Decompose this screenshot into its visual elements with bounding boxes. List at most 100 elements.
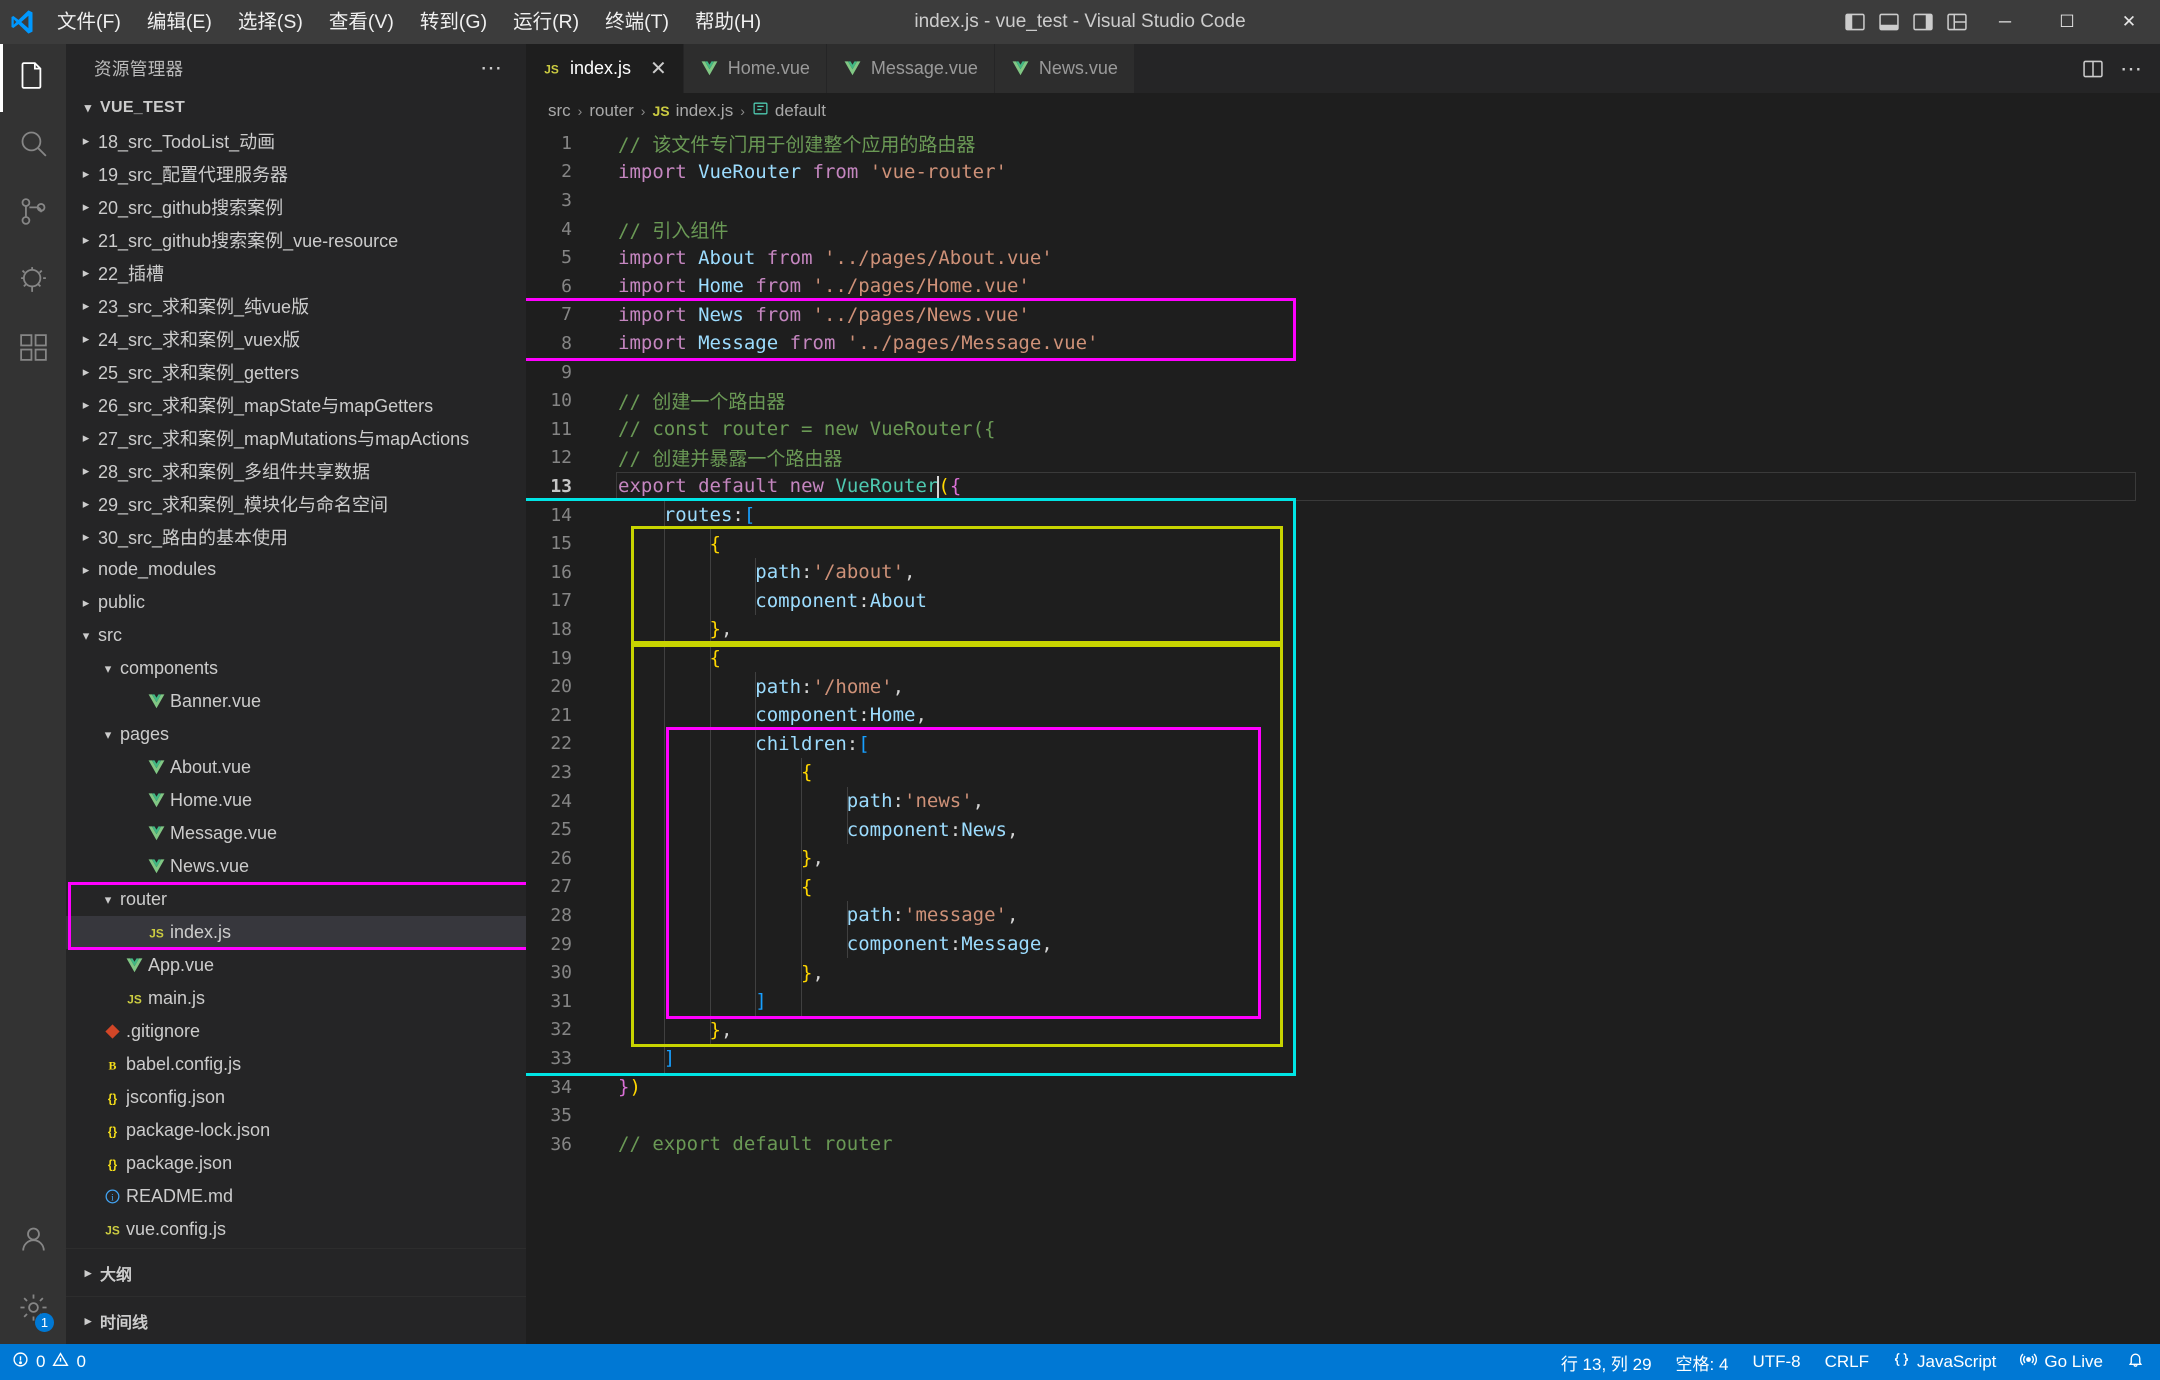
tree-item-25_src__getters[interactable]: ▸ 25_src_求和案例_getters bbox=[66, 355, 526, 388]
more-actions-icon[interactable]: ⋯ bbox=[2120, 56, 2144, 82]
tree-item-24_src__vuex[interactable]: ▸ 24_src_求和案例_vuex版 bbox=[66, 322, 526, 355]
code-line-24[interactable]: 24 path:'news', bbox=[526, 787, 2160, 816]
menu-file[interactable]: 文件(F) bbox=[44, 0, 134, 44]
tree-item-router[interactable]: ▾ router bbox=[66, 883, 526, 916]
code-line-17[interactable]: 17 component:About bbox=[526, 587, 2160, 616]
indentation-status[interactable]: 空格: 4 bbox=[1664, 1344, 1741, 1380]
code-line-9[interactable]: 9 bbox=[526, 358, 2160, 387]
tree-item-28_src__[interactable]: ▸ 28_src_求和案例_多组件共享数据 bbox=[66, 454, 526, 487]
toggle-primary-sidebar-icon[interactable] bbox=[1838, 0, 1872, 44]
code-line-22[interactable]: 22 children:[ bbox=[526, 730, 2160, 759]
menu-bar[interactable]: 文件(F) 编辑(E) 选择(S) 查看(V) 转到(G) 运行(R) 终端(T… bbox=[44, 0, 774, 44]
tab-index-js[interactable]: JS index.js ✕ bbox=[526, 44, 684, 93]
tree-item-news.vue[interactable]: News.vue bbox=[66, 850, 526, 883]
code-line-16[interactable]: 16 path:'/about', bbox=[526, 558, 2160, 587]
tree-item-src[interactable]: ▾ src bbox=[66, 619, 526, 652]
editor-tabs[interactable]: JS index.js ✕ Home.vue Message.vue News.vue ⋯ bbox=[526, 44, 2160, 93]
code-line-33[interactable]: 33 ] bbox=[526, 1044, 2160, 1073]
tree-item-public[interactable]: ▸ public bbox=[66, 586, 526, 619]
code-line-23[interactable]: 23 { bbox=[526, 758, 2160, 787]
menu-go[interactable]: 转到(G) bbox=[407, 0, 500, 44]
tree-item-pages[interactable]: ▾ pages bbox=[66, 718, 526, 751]
go-live-status[interactable]: Go Live bbox=[2008, 1344, 2115, 1380]
tree-item-jsconfig.json[interactable]: {} jsconfig.json bbox=[66, 1081, 526, 1114]
minimize-button[interactable]: ─ bbox=[1974, 0, 2036, 44]
code-line-1[interactable]: 1 // 该文件专门用于创建整个应用的路由器 bbox=[526, 129, 2160, 158]
code-line-6[interactable]: 6 import Home from '../pages/Home.vue' bbox=[526, 272, 2160, 301]
close-button[interactable]: ✕ bbox=[2098, 0, 2160, 44]
tree-item-18_src_todolist_[interactable]: ▸ 18_src_TodoList_动画 bbox=[66, 124, 526, 157]
tree-item-components[interactable]: ▾ components bbox=[66, 652, 526, 685]
menu-view[interactable]: 查看(V) bbox=[316, 0, 407, 44]
tree-item-27_src__mapmutationsmapactions[interactable]: ▸ 27_src_求和案例_mapMutations与mapActions bbox=[66, 421, 526, 454]
outline-panel[interactable]: ▸ 大纲 bbox=[66, 1248, 526, 1296]
code-line-29[interactable]: 29 component:Message, bbox=[526, 930, 2160, 959]
tree-item-.gitignore[interactable]: .gitignore bbox=[66, 1015, 526, 1048]
code-line-30[interactable]: 30 }, bbox=[526, 958, 2160, 987]
code-line-34[interactable]: 34}) bbox=[526, 1073, 2160, 1102]
code-line-7[interactable]: 7 import News from '../pages/News.vue' bbox=[526, 301, 2160, 330]
code-line-4[interactable]: 4 // 引入组件 bbox=[526, 215, 2160, 244]
tab-close-icon[interactable]: ✕ bbox=[650, 59, 667, 79]
tree-item-banner.vue[interactable]: Banner.vue bbox=[66, 685, 526, 718]
code-editor[interactable]: 1 // 该文件专门用于创建整个应用的路由器 2 import VueRouter f… bbox=[526, 129, 2160, 1344]
file-tree[interactable]: ▸ 18_src_TodoList_动画 ▸ 19_src_配置代理服务器 ▸ 20_sr… bbox=[66, 124, 526, 1248]
activity-accounts[interactable] bbox=[0, 1208, 66, 1276]
tree-item-about.vue[interactable]: About.vue bbox=[66, 751, 526, 784]
toggle-secondary-sidebar-icon[interactable] bbox=[1906, 0, 1940, 44]
tree-item-30_src_[interactable]: ▸ 30_src_路由的基本使用 bbox=[66, 520, 526, 553]
code-line-19[interactable]: 19 { bbox=[526, 644, 2160, 673]
menu-terminal[interactable]: 终端(T) bbox=[592, 0, 682, 44]
tree-item-readme.md[interactable]: i README.md bbox=[66, 1180, 526, 1213]
code-line-12[interactable]: 12 // 创建并暴露一个路由器 bbox=[526, 444, 2160, 473]
code-line-20[interactable]: 20 path:'/home', bbox=[526, 672, 2160, 701]
code-line-10[interactable]: 10 // 创建一个路由器 bbox=[526, 386, 2160, 415]
menu-run[interactable]: 运行(R) bbox=[500, 0, 592, 44]
code-line-32[interactable]: 32 }, bbox=[526, 1016, 2160, 1045]
tree-item-main.js[interactable]: JS main.js bbox=[66, 982, 526, 1015]
tree-item-home.vue[interactable]: Home.vue bbox=[66, 784, 526, 817]
tree-item-20_src_github[interactable]: ▸ 20_src_github搜索案例 bbox=[66, 190, 526, 223]
encoding-status[interactable]: UTF-8 bbox=[1740, 1344, 1812, 1380]
cursor-position[interactable]: 行 13, 列 29 bbox=[1549, 1344, 1664, 1380]
code-line-21[interactable]: 21 component:Home, bbox=[526, 701, 2160, 730]
language-mode-status[interactable]: JavaScript bbox=[1881, 1344, 2008, 1380]
tree-item-26_src__mapstatemapgetters[interactable]: ▸ 26_src_求和案例_mapState与mapGetters bbox=[66, 388, 526, 421]
menu-help[interactable]: 帮助(H) bbox=[682, 0, 774, 44]
tree-item-package-lock.json[interactable]: {} package-lock.json bbox=[66, 1114, 526, 1147]
tree-item-21_src_github_vue-resource[interactable]: ▸ 21_src_github搜索案例_vue-resource bbox=[66, 223, 526, 256]
tree-item-index.js[interactable]: JS index.js bbox=[66, 916, 526, 949]
tree-item-message.vue[interactable]: Message.vue bbox=[66, 817, 526, 850]
activity-scm[interactable] bbox=[0, 180, 66, 248]
code-line-14[interactable]: 14 routes:[ bbox=[526, 501, 2160, 530]
ellipsis-icon[interactable]: ⋯ bbox=[472, 55, 512, 81]
code-line-13[interactable]: 13 export default new VueRouter({ bbox=[526, 472, 2160, 501]
code-line-35[interactable]: 35 bbox=[526, 1101, 2160, 1130]
tree-item-app.vue[interactable]: App.vue bbox=[66, 949, 526, 982]
code-line-28[interactable]: 28 path:'message', bbox=[526, 901, 2160, 930]
tree-item-22_[interactable]: ▸ 22_插槽 bbox=[66, 256, 526, 289]
tab-message-vue[interactable]: Message.vue bbox=[826, 44, 995, 93]
code-line-8[interactable]: 8 import Message from '../pages/Message.v… bbox=[526, 329, 2160, 358]
activity-search[interactable] bbox=[0, 112, 66, 180]
menu-selection[interactable]: 选择(S) bbox=[225, 0, 316, 44]
workspace-root-header[interactable]: ▾ VUE_TEST bbox=[66, 92, 526, 124]
tree-item-29_src__[interactable]: ▸ 29_src_求和案例_模块化与命名空间 bbox=[66, 487, 526, 520]
menu-edit[interactable]: 编辑(E) bbox=[134, 0, 225, 44]
eol-status[interactable]: CRLF bbox=[1813, 1344, 1881, 1380]
code-line-18[interactable]: 18 }, bbox=[526, 615, 2160, 644]
breadcrumb[interactable]: src › router › JS index.js › default bbox=[526, 93, 2160, 129]
tree-item-babel.config.js[interactable]: Bbabel.config.js bbox=[66, 1048, 526, 1081]
tab-news-vue[interactable]: News.vue bbox=[994, 44, 1135, 93]
breadcrumb-item-index-js[interactable]: JS index.js bbox=[652, 101, 733, 121]
maximize-button[interactable]: ☐ bbox=[2036, 0, 2098, 44]
activity-explorer[interactable] bbox=[0, 44, 66, 112]
customize-layout-icon[interactable] bbox=[1940, 0, 1974, 44]
code-line-27[interactable]: 27 { bbox=[526, 873, 2160, 902]
split-editor-icon[interactable] bbox=[2082, 58, 2104, 80]
code-line-2[interactable]: 2 import VueRouter from 'vue-router' bbox=[526, 158, 2160, 187]
tree-item-19_src_[interactable]: ▸ 19_src_配置代理服务器 bbox=[66, 157, 526, 190]
toggle-panel-icon[interactable] bbox=[1872, 0, 1906, 44]
breadcrumb-item-src[interactable]: src bbox=[548, 101, 571, 121]
code-line-5[interactable]: 5 import About from '../pages/About.vue' bbox=[526, 243, 2160, 272]
